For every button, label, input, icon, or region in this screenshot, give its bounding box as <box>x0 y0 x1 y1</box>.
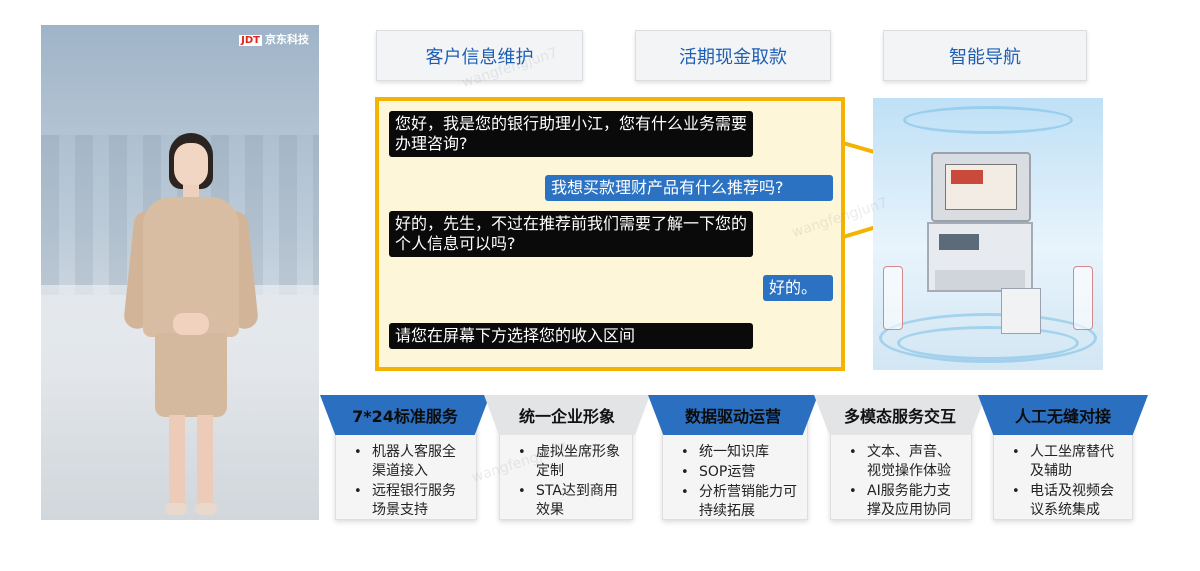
feature-item: 人工坐席替代及辅助 <box>1008 443 1122 481</box>
feature-item: 远程银行服务场景支持 <box>350 482 466 520</box>
feature-title-24x7: 7*24标准服务 <box>320 395 490 435</box>
feature-item: SOP运营 <box>677 463 797 482</box>
atm-kiosk-image <box>873 98 1103 370</box>
chat-message-assistant: 请您在屏幕下方选择您的收入区间 <box>389 323 753 349</box>
feature-item: 虚拟坐席形象定制 <box>514 443 622 481</box>
logo-text: 京东科技 <box>265 33 309 46</box>
feature-title-human-handoff: 人工无缝对接 <box>978 395 1148 435</box>
jdt-logo: JDT 京东科技 <box>239 31 309 47</box>
feature-item: 机器人客服全渠道接入 <box>350 443 466 481</box>
feature-item: 分析营销能力可持续拓展 <box>677 483 797 521</box>
feature-item: 统一知识库 <box>677 443 797 462</box>
feature-item: 文本、声音、视觉操作体验 <box>845 443 961 481</box>
cash-withdrawal-button[interactable]: 活期现金取款 <box>635 30 831 81</box>
feature-title-data-driven: 数据驱动运营 <box>648 395 818 435</box>
feature-title-enterprise-image: 统一企业形象 <box>484 395 650 435</box>
chat-panel: 您好，我是您的银行助理小江，您有什么业务需要办理咨询? 我想买款理财产品有什么推… <box>375 97 845 371</box>
feature-title-multimodal: 多模态服务交互 <box>814 395 986 435</box>
chat-message-assistant: 好的，先生，不过在推荐前我们需要了解一下您的个人信息可以吗? <box>389 211 753 257</box>
chat-message-user: 我想买款理财产品有什么推荐吗? <box>545 175 833 201</box>
virtual-assistant-figure <box>122 133 260 520</box>
feature-item: STA达到商用效果 <box>514 482 622 520</box>
smart-navigation-button[interactable]: 智能导航 <box>883 30 1087 81</box>
chat-message-assistant: 您好，我是您的银行助理小江，您有什么业务需要办理咨询? <box>389 111 753 157</box>
chat-message-user: 好的。 <box>763 275 833 301</box>
logo-mark: JDT <box>239 35 262 46</box>
feature-item: 电话及视频会议系统集成 <box>1008 482 1122 520</box>
customer-info-button[interactable]: 客户信息维护 <box>376 30 583 81</box>
feature-item: AI服务能力支撑及应用协同 <box>845 482 961 520</box>
virtual-assistant-panel: JDT 京东科技 <box>41 25 319 520</box>
